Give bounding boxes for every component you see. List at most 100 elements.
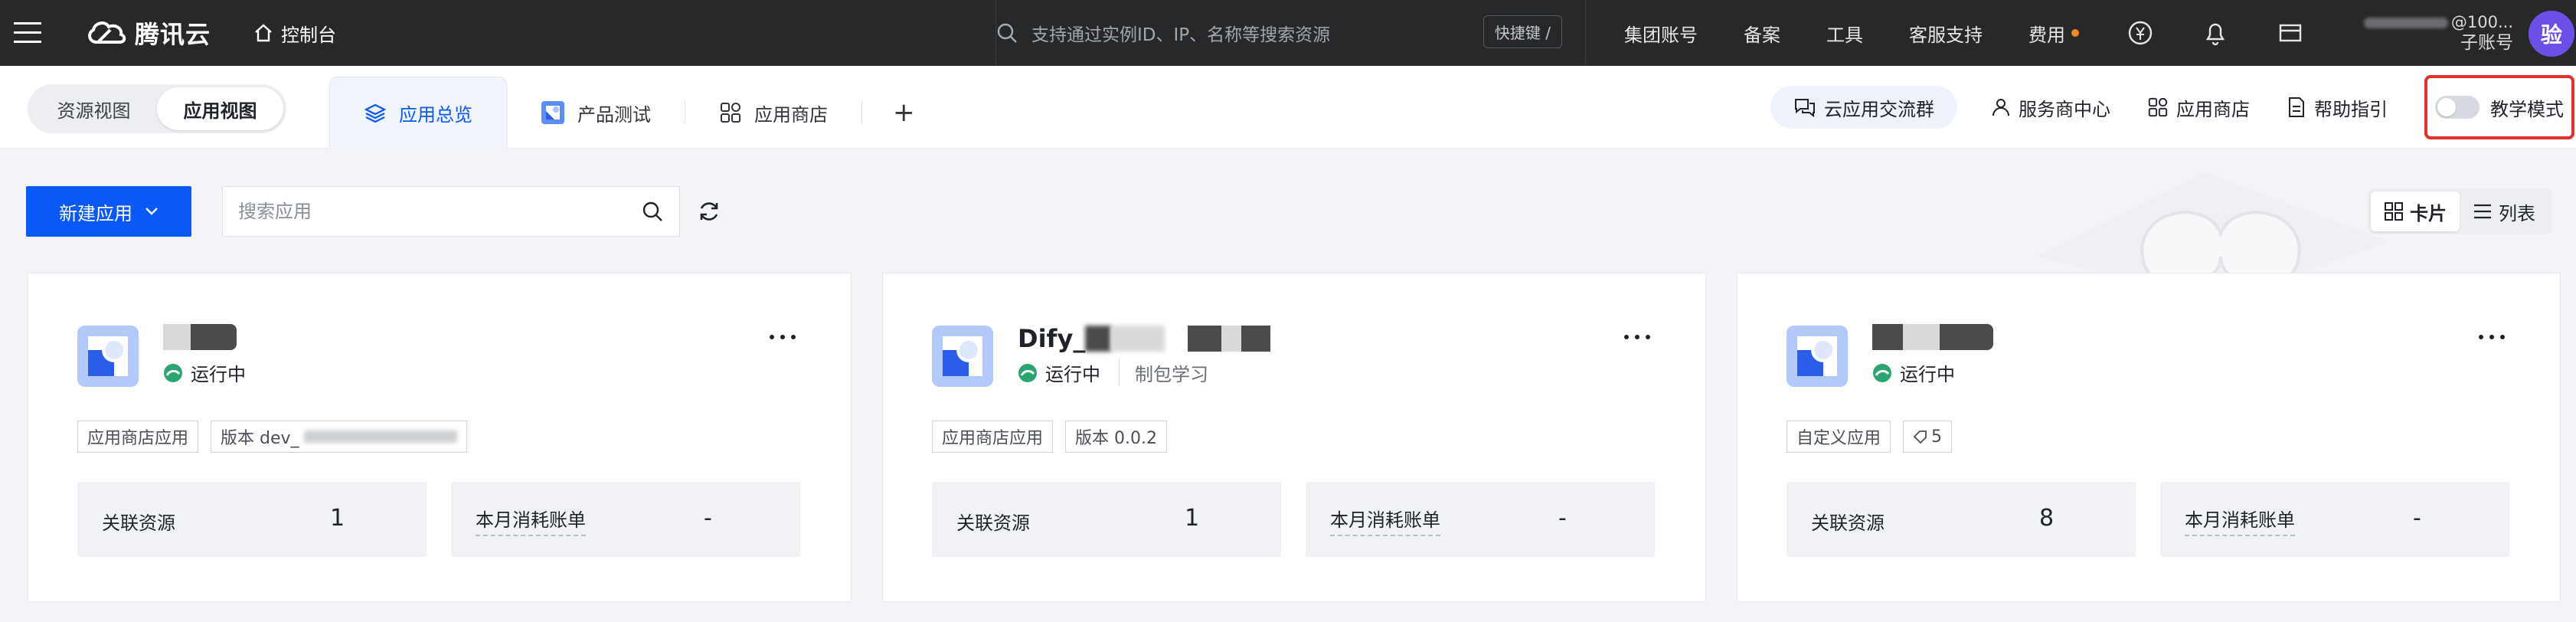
bill-label[interactable]: 本月消耗账单 [476, 505, 586, 536]
currency-icon[interactable] [2125, 18, 2156, 48]
masked-title [1188, 326, 1222, 352]
top-link-tools[interactable]: 工具 [1826, 20, 1863, 47]
status-subtext: 制包学习 [1119, 359, 1208, 386]
view-option-application[interactable]: 应用视图 [157, 87, 283, 130]
top-link-filing[interactable]: 备案 [1744, 20, 1780, 47]
document-icon [2289, 97, 2304, 117]
service-center-link[interactable]: 服务商中心 [1991, 94, 2110, 121]
billing-label: 费用 [2028, 24, 2065, 46]
new-app-label: 新建应用 [59, 202, 132, 224]
top-link-billing[interactable]: 费用 [2028, 20, 2079, 47]
label-count: 5 [1931, 427, 1943, 447]
resources-stat: 关联资源 1 [932, 482, 1281, 557]
help-guide-link[interactable]: 帮助指引 [2287, 94, 2388, 121]
app-store-label: 应用商店 [2176, 98, 2250, 120]
message-box-icon[interactable] [2275, 18, 2306, 48]
app-card[interactable]: 运行中 自定义应用 5 关联资源 8 本月消耗账单 - [1737, 273, 2561, 602]
masked-title [1085, 326, 1112, 352]
refresh-icon[interactable] [694, 196, 724, 227]
global-search[interactable]: 支持通过实例ID、IP、名称等搜索资源 快捷键 / [995, 0, 1562, 66]
status-text: 运行中 [1045, 364, 1100, 385]
more-icon[interactable] [1624, 335, 1655, 344]
shortcut-hint: 快捷键 / [1483, 15, 1562, 48]
brand-name: 腾讯云 [135, 20, 211, 49]
top-navigation-bar: 腾讯云 控制台 支持通过实例ID、IP、名称等搜索资源 快捷键 / 集团账号 备… [0, 0, 2576, 66]
app-title[interactable] [163, 324, 237, 350]
masked-title [1241, 326, 1271, 352]
chat-bubbles-icon [1795, 99, 1815, 118]
new-app-button[interactable]: 新建应用 [26, 186, 191, 237]
app-tags: 应用商店应用 版本 dev_ [77, 421, 467, 453]
header-actions: 云应用交流群 服务商中心 应用商店 帮助指引 教学模式 [1770, 66, 2576, 149]
community-button[interactable]: 云应用交流群 [1770, 86, 1957, 129]
version-text: 版本 dev_ [221, 429, 299, 448]
toggle-knob [2437, 98, 2456, 116]
resources-value[interactable]: 1 [330, 505, 345, 532]
masked-title [1111, 326, 1165, 352]
bill-label[interactable]: 本月消耗账单 [1330, 505, 1440, 536]
view-toggle: 资源视图 应用视图 [28, 84, 286, 133]
layout-option-card[interactable]: 卡片 [2371, 192, 2460, 231]
brand-logo[interactable]: 腾讯云 [86, 15, 211, 51]
running-status-icon [1873, 363, 1891, 382]
top-link-group-account[interactable]: 集团账号 [1624, 20, 1698, 47]
toggle-switch[interactable] [2435, 96, 2480, 119]
top-link-support[interactable]: 客服支持 [1909, 20, 1983, 47]
tab-app-overview[interactable]: 应用总览 [329, 77, 507, 149]
tag: 应用商店应用 [77, 421, 199, 453]
app-store-link[interactable]: 应用商店 [2147, 94, 2250, 121]
grid-icon [2385, 202, 2403, 221]
billing-notice-dot [2071, 29, 2079, 37]
app-card[interactable]: 运行中 应用商店应用 版本 dev_ 关联资源 1 本月消耗账单 - [28, 273, 852, 602]
bell-icon[interactable] [2200, 18, 2231, 48]
tag: 应用商店应用 [932, 421, 1054, 453]
view-option-resource[interactable]: 资源视图 [31, 87, 157, 130]
tab-app-store[interactable]: 应用商店 [685, 77, 861, 149]
more-icon[interactable] [2479, 335, 2509, 344]
app-icon [1787, 326, 1848, 387]
bill-label[interactable]: 本月消耗账单 [2185, 505, 2295, 536]
list-icon [2474, 204, 2491, 219]
menu-icon[interactable] [0, 0, 55, 66]
bill-value: - [2413, 505, 2421, 532]
account-info[interactable]: @100... 子账号 [2351, 0, 2513, 66]
resources-value[interactable]: 1 [1185, 505, 1199, 532]
account-id-text: @100... [2450, 12, 2513, 31]
search-icon [997, 23, 1017, 43]
app-title[interactable]: Dify_ [1018, 324, 1271, 353]
app-card[interactable]: Dify_ 运行中 制包学习 应用商店应用 版本 0.0.2 关联资源 1 本月… [882, 273, 1706, 602]
masked-account-name [2363, 17, 2448, 28]
app-tags: 自定义应用 5 [1787, 421, 1953, 453]
teaching-mode-toggle[interactable]: 教学模式 [2424, 75, 2574, 139]
console-label: 控制台 [281, 24, 337, 46]
help-guide-label: 帮助指引 [2314, 98, 2388, 120]
bill-stat: 本月消耗账单 - [1306, 482, 1655, 557]
layout-option-list[interactable]: 列表 [2460, 192, 2548, 231]
avatar[interactable]: 验 [2529, 11, 2574, 57]
cloud-logo-icon [88, 21, 126, 44]
search-icon[interactable] [641, 200, 664, 223]
resources-stat: 关联资源 1 [77, 482, 427, 557]
console-link[interactable]: 控制台 [253, 20, 336, 47]
resources-label: 关联资源 [1811, 512, 1885, 534]
masked-title [1221, 326, 1242, 352]
masked-title [163, 324, 191, 350]
running-status-icon [164, 363, 182, 382]
tab-label: 应用商店 [754, 103, 828, 126]
app-search-input[interactable] [238, 201, 641, 222]
resources-value[interactable]: 8 [2039, 505, 2054, 532]
tab-product-test[interactable]: 产品测试 [507, 77, 685, 149]
app-title-text: Dify_ [1018, 324, 1086, 353]
layout-toggle: 卡片 列表 [2368, 188, 2551, 234]
tag-icon [1913, 430, 1927, 444]
sub-navigation-bar: 资源视图 应用视图 应用总览 产品测试 应用商店 + 云应用交流群 服务商中心 [0, 66, 2576, 149]
app-status: 运行中 [1872, 359, 1955, 386]
bill-value: - [1558, 505, 1567, 532]
app-title[interactable] [1872, 324, 1993, 350]
label-count-tag[interactable]: 5 [1903, 421, 1953, 453]
more-icon[interactable] [770, 335, 800, 344]
version-tag: 版本 dev_ [211, 421, 467, 453]
user-icon [1992, 99, 2009, 116]
status-text: 运行中 [191, 364, 246, 385]
add-tab-button[interactable]: + [862, 77, 946, 149]
